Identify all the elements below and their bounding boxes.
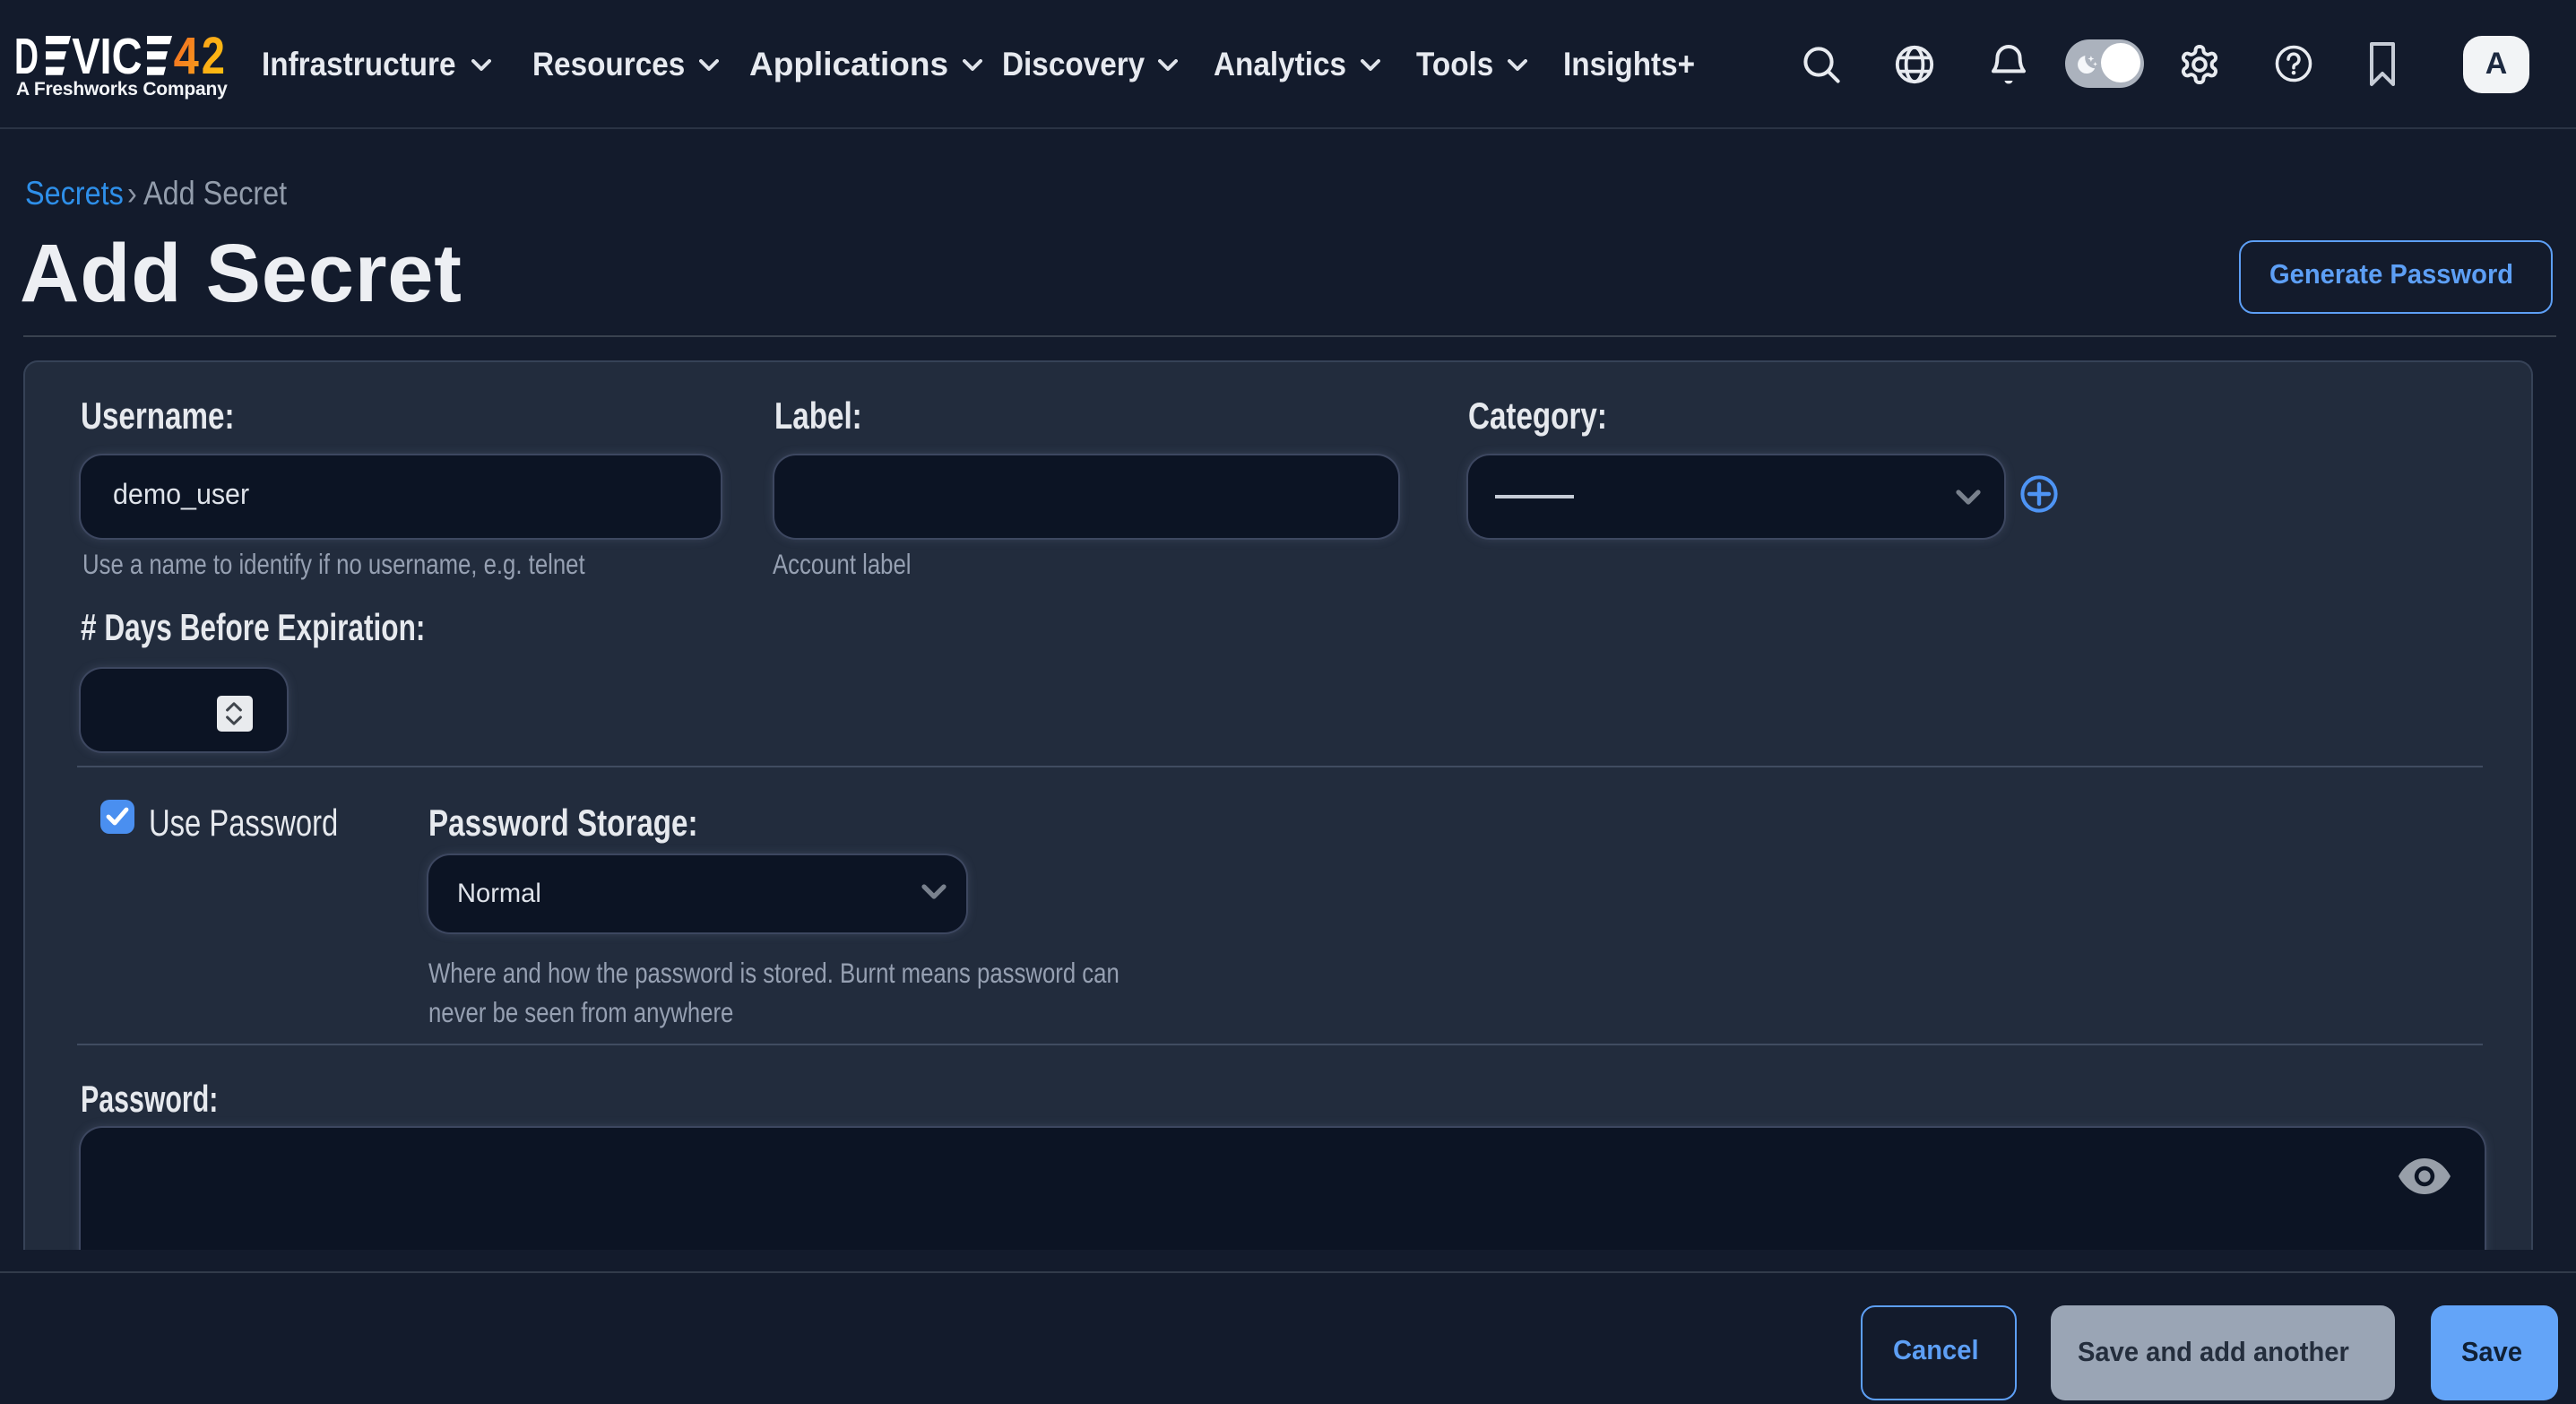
svg-text:2: 2 [202,37,225,76]
svg-text:VIC: VIC [72,37,142,76]
svg-text:4: 4 [173,37,198,76]
svg-text:D: D [14,37,39,76]
